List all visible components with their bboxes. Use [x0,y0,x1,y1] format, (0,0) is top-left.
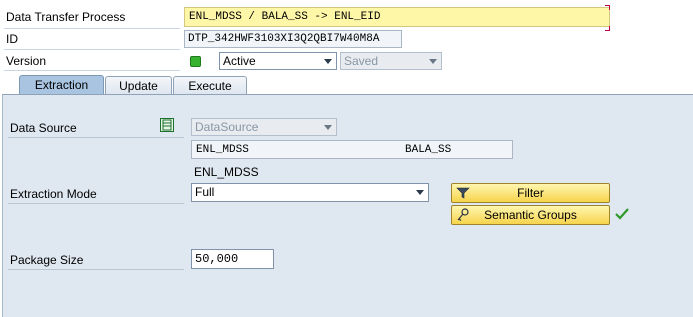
filter-label: Filter [517,186,544,200]
data-source-type-value: DataSource [195,120,259,134]
package-size-label: Package Size [10,253,84,267]
extraction-mode-value: Full [195,185,215,199]
tab-extraction[interactable]: Extraction [19,75,104,95]
semantic-groups-button[interactable]: Semantic Groups [451,205,610,225]
version-status-icon [190,56,201,67]
version-status-value: Saved [344,54,379,68]
dtp-title-field[interactable]: ENL_MDSS / BALA_SS -> ENL_EID [184,7,610,27]
version-value: Active [223,54,256,68]
dtp-label: Data Transfer Process [6,10,126,24]
id-label: ID [6,32,18,46]
package-size-input[interactable]: 50,000 [191,249,274,269]
tab-execute[interactable]: Execute [173,76,247,95]
divider [4,49,180,50]
semantic-groups-label: Semantic Groups [484,208,577,222]
extraction-mode-select[interactable]: Full [191,183,429,202]
divider [4,28,180,29]
version-select[interactable]: Active [219,52,337,70]
tab-update[interactable]: Update [105,76,172,95]
chevron-down-icon [324,125,332,130]
data-source-label: Data Source [10,121,77,135]
divider [8,137,184,138]
datasource-icon[interactable] [160,118,174,132]
divider [8,203,184,204]
id-field[interactable]: DTP_342HWF3103XI3Q2QBI7W40M8A [184,30,402,48]
chevron-down-icon [324,59,332,64]
chevron-down-icon [416,190,424,195]
chevron-down-icon [429,59,437,64]
version-status-select: Saved [340,52,442,70]
checkmark-icon [615,208,629,220]
data-source-field[interactable]: ENL_MDSS BALA_SS [191,140,513,159]
divider [4,70,180,71]
filter-button[interactable]: Filter [451,183,610,203]
field-marker [605,5,610,10]
field-marker [605,26,610,31]
data-source-type-select: DataSource [191,118,337,136]
key-icon [457,208,469,221]
extraction-mode-label: Extraction Mode [10,187,97,201]
data-source-name: ENL_MDSS [196,144,249,156]
source-system-name: BALA_SS [405,144,452,156]
divider [8,269,184,270]
data-source-description: ENL_MDSS [194,165,259,179]
funnel-icon [456,187,470,199]
version-label: Version [6,54,47,68]
